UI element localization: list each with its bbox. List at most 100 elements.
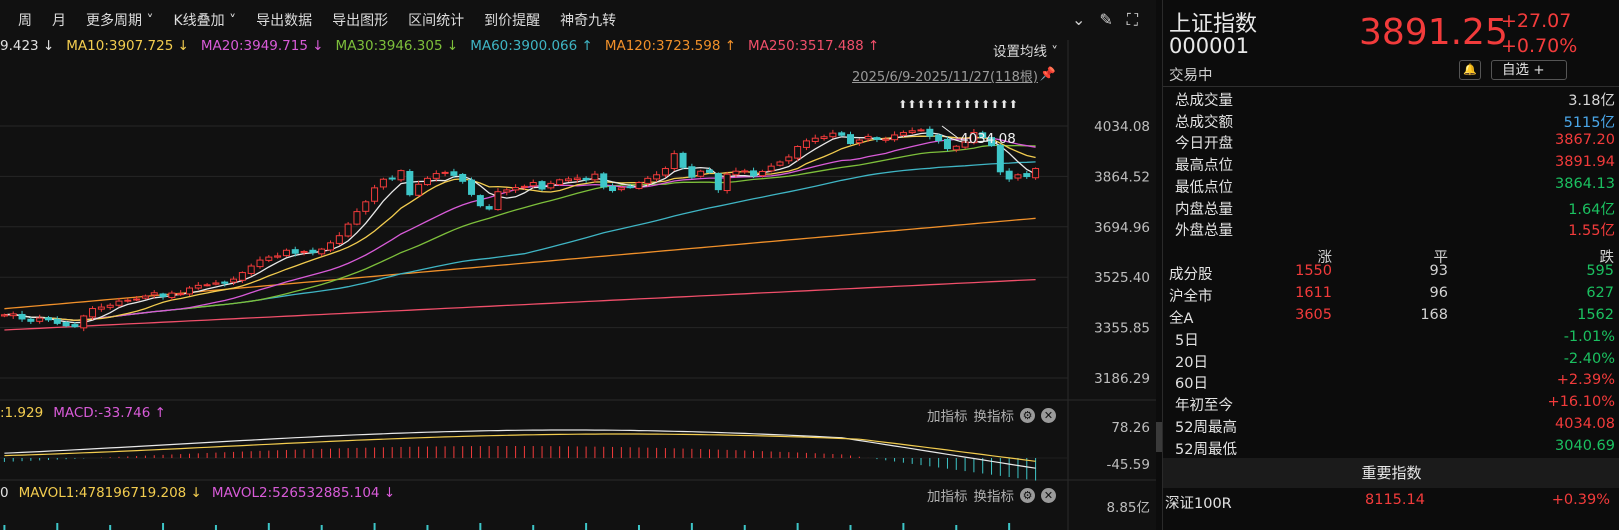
candle-body <box>36 317 44 322</box>
candle-body <box>838 132 846 136</box>
candle-body <box>353 211 361 225</box>
price-change-percent: +0.70% <box>1501 35 1578 57</box>
stat-value: 5115亿 <box>1563 114 1615 131</box>
ma250-line <box>4 278 1036 331</box>
candle-body <box>494 191 502 211</box>
swap-indicator-button[interactable]: 换指标 <box>974 405 1015 425</box>
candle-body <box>600 173 608 188</box>
candle-body <box>318 248 326 255</box>
important-index-header[interactable]: 重要指数 <box>1163 458 1619 488</box>
candle-body <box>758 171 766 177</box>
candle-body <box>609 185 617 192</box>
candle-body <box>238 272 246 281</box>
candle-body <box>750 170 758 177</box>
breadth-flat-count: 93 <box>1429 263 1448 279</box>
add-watchlist-button[interactable]: 自选 + <box>1491 60 1567 80</box>
candle-body <box>53 318 61 324</box>
breadth-row: 成分股 1550 93 595 <box>1169 263 1614 285</box>
gear-icon[interactable]: ⚙ <box>1020 407 1035 423</box>
perf-label: 20日 <box>1175 354 1208 371</box>
candle-body <box>468 179 476 195</box>
add-indicator-button[interactable]: 加指标 <box>927 405 968 425</box>
candle-body <box>485 206 493 210</box>
volume-indicator-controls: 加指标 换指标 ⚙ ✕ <box>927 485 1056 505</box>
candle-body <box>168 292 176 299</box>
alarm-bell-icon[interactable]: 🔔 <box>1459 60 1481 80</box>
perf-value: +2.39% <box>1556 372 1615 389</box>
swap-indicator-button[interactable]: 换指标 <box>974 485 1015 505</box>
candle-body <box>80 315 88 329</box>
indicator-legend-item: 0 <box>0 485 9 501</box>
quote-stat-row: 最高点位 3891.94 <box>1175 154 1615 176</box>
candle-body <box>520 185 528 188</box>
candle-body <box>573 177 581 181</box>
price-axis-tick: 3355.85 <box>1094 321 1150 337</box>
breadth-down-count: 1562 <box>1577 307 1614 323</box>
candle-body <box>71 324 79 328</box>
candle-body <box>230 278 238 283</box>
candle-body <box>996 144 1004 173</box>
candle-body <box>529 182 537 187</box>
candle-body <box>27 318 35 322</box>
candle-body <box>141 295 149 299</box>
candle-body <box>371 187 379 202</box>
ma10-line <box>4 135 1036 321</box>
candle-body <box>891 134 899 141</box>
perf-label: 年初至今 <box>1175 398 1233 415</box>
candle-body <box>899 132 907 136</box>
stat-value: 3.18亿 <box>1568 93 1615 109</box>
stat-label: 最低点位 <box>1175 179 1233 196</box>
candle-body <box>873 137 881 140</box>
performance-row: 5日 -1.01% <box>1175 329 1615 351</box>
close-icon[interactable]: ✕ <box>1041 407 1056 423</box>
breadth-label: 全A <box>1169 311 1194 327</box>
candle-body <box>785 156 793 162</box>
candle-body <box>582 177 590 181</box>
perf-value: -1.01% <box>1563 329 1615 345</box>
gear-icon[interactable]: ⚙ <box>1020 487 1035 503</box>
kline-chart-area[interactable]: 周月更多周期 ˅ K线叠加 ˅ 导出数据 导出图形 区间统计 到价提醒 神奇九转 ⌄ ✎ ⛶… <box>0 0 1156 530</box>
perf-value: 3040.69 <box>1555 437 1615 454</box>
stat-value: 1.55亿 <box>1568 223 1615 240</box>
candle-body <box>0 314 8 317</box>
candle-body <box>124 299 132 302</box>
performance-row: 年初至今 +16.10% <box>1175 394 1615 416</box>
candle-body <box>415 183 423 196</box>
candle-body <box>688 166 696 178</box>
candle-body <box>635 182 643 189</box>
candle-body <box>44 317 52 321</box>
index-row-change: +0.39% <box>1551 492 1610 508</box>
performance-row: 60日 +2.39% <box>1175 372 1615 394</box>
add-indicator-button[interactable]: 加指标 <box>927 485 968 505</box>
candle-body <box>397 170 405 181</box>
stat-value: 3864.13 <box>1555 175 1615 192</box>
peak-label: 4034.08 <box>960 131 1016 147</box>
ma60-line <box>4 161 1036 321</box>
candle-body <box>291 249 299 254</box>
macd-axis-tick: -45.59 <box>1106 457 1150 473</box>
candle-body <box>476 195 484 207</box>
candle-body <box>450 171 458 176</box>
candle-body <box>1032 168 1040 179</box>
perf-label: 52周最低 <box>1175 441 1237 458</box>
candle-body <box>194 284 202 289</box>
price-axis-tick: 3694.96 <box>1094 220 1150 236</box>
candle-body <box>538 181 546 190</box>
breadth-row: 沪全市 1611 96 627 <box>1169 285 1614 307</box>
close-icon[interactable]: ✕ <box>1041 487 1056 503</box>
index-list-item[interactable]: 深证100R 8115.14 +0.39% <box>1163 492 1619 514</box>
stat-label: 最高点位 <box>1175 158 1233 175</box>
quote-stat-row: 总成交额 5115亿 <box>1175 111 1615 133</box>
candle-body <box>503 189 511 193</box>
performance-row: 52周最高 4034.08 <box>1175 416 1615 438</box>
candle-body <box>115 300 123 306</box>
candle-body <box>274 255 282 258</box>
stat-value: 3867.20 <box>1555 132 1615 149</box>
candle-body <box>1023 173 1031 178</box>
candle-body <box>802 140 810 148</box>
quote-panel: 上证指数 000001 3891.25 +27.07 +0.70% 交易中 🔔 … <box>1162 0 1619 530</box>
candle-body <box>256 259 264 268</box>
candle-body <box>150 292 158 296</box>
candle-body <box>406 171 414 196</box>
breadth-up-count: 1611 <box>1295 285 1332 301</box>
